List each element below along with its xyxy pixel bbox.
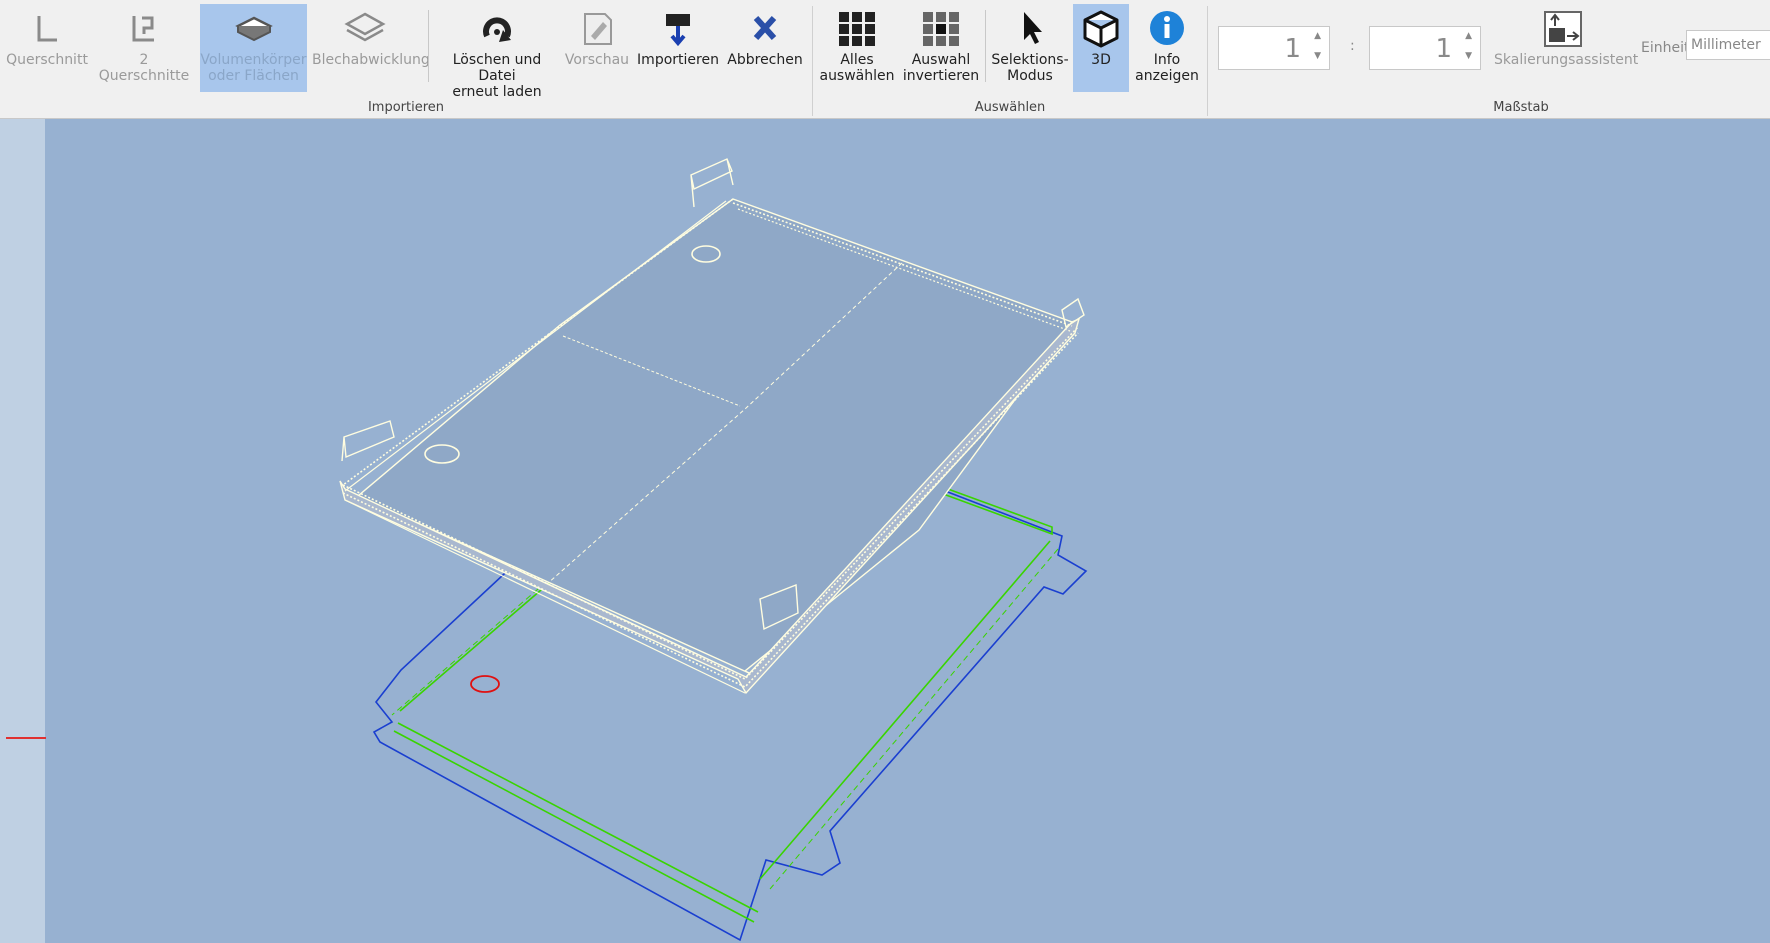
close-icon [753,15,777,41]
scale-left-value: 1 [1284,34,1301,64]
corner-flap [690,158,734,208]
two-cross-sections-icon [132,16,154,42]
cursor-icon [1024,12,1042,44]
import-group-label: Importieren [367,100,445,115]
solid-body-button[interactable]: Volumenkörper oder Flächen [200,4,307,92]
sheet-unfold-label: Blechabwicklung [312,52,430,68]
preview-icon [584,13,612,45]
folded-part [339,158,1085,695]
spin-down-icon[interactable]: ▼ [1465,51,1472,61]
3d-view-button[interactable]: 3D [1073,4,1129,92]
ribbon-toolbar: Querschnitt 2 Querschnitte Volumenkörper… [0,0,1770,119]
sheet-unfold-icon [344,12,386,42]
scale-group-label: Maßstab [1493,100,1549,115]
ruler-marker [6,737,46,739]
show-info-button[interactable]: Info anzeigen [1131,4,1203,92]
reload-icon [483,17,511,42]
preview-label: Vorschau [564,52,630,68]
scale-assistant-button[interactable]: Skalierungsassistent [1494,4,1639,92]
solid-body-label: Volumenkörper oder Flächen [200,52,307,84]
spin-up-icon[interactable]: ▲ [1314,31,1321,41]
two-cross-sections-label: 2 Querschnitte [98,52,190,84]
show-info-label: Info anzeigen [1135,52,1199,84]
corner-flap [341,420,395,462]
invert-selection-label: Auswahl invertieren [902,52,980,84]
select-separator [985,10,986,82]
info-icon [1150,11,1184,45]
bend-line [397,722,759,913]
left-ruler [0,119,46,943]
solid-body-icon [234,16,273,42]
unit-label: Einheit [1641,40,1690,56]
reload-button[interactable]: Löschen und Datei erneut laden [436,4,558,100]
import-label: Importieren [637,52,719,68]
bend-line [393,730,755,923]
import-button[interactable]: Importieren [636,4,720,92]
two-cross-sections-button[interactable]: 2 Querschnitte [96,4,192,92]
scale-right-input[interactable]: 1 ▲ ▼ [1369,26,1481,70]
preview-button[interactable]: Vorschau [562,4,632,92]
cube-icon [1083,10,1119,48]
3d-viewport[interactable] [0,119,1770,943]
select-all-icon [839,12,875,46]
spin-up-icon[interactable]: ▲ [1465,31,1472,41]
scale-assistant-label: Skalierungsassistent [1494,52,1639,68]
selection-mode-button[interactable]: Selektions- Modus [989,4,1071,92]
invert-selection-icon [923,12,959,46]
spin-down-icon[interactable]: ▼ [1314,51,1321,61]
cancel-label: Abbrechen [727,52,803,68]
selection-mode-label: Selektions- Modus [991,52,1069,84]
cross-section-icon [37,16,57,42]
scale-assistant-icon [1544,11,1582,47]
select-group-label: Auswählen [974,100,1046,115]
sheet-unfold-button[interactable]: Blechabwicklung [312,4,430,92]
cross-section-button[interactable]: Querschnitt [6,4,88,92]
cross-section-label: Querschnitt [6,52,88,68]
select-all-button[interactable]: Alles auswählen [819,4,895,92]
hole-marker [470,675,500,693]
unit-select[interactable]: Millimeter [1686,30,1770,60]
scale-left-input[interactable]: 1 ▲ ▼ [1218,26,1330,70]
invert-selection-button[interactable]: Auswahl invertieren [899,4,983,92]
import-group: Querschnitt 2 Querschnitte Volumenkörper… [0,0,812,118]
cancel-button[interactable]: Abbrechen [724,4,806,92]
reload-label: Löschen und Datei erneut laden [452,52,542,100]
corner-flap [1061,297,1085,329]
scale-right-value: 1 [1435,34,1452,64]
3d-view-label: 3D [1091,52,1111,68]
select-group: Alles auswählen Auswahl invertieren Sele… [813,0,1207,118]
model-scene [339,158,1088,942]
select-all-label: Alles auswählen [819,52,895,84]
import-separator [428,10,429,82]
scale-colon: : [1350,38,1355,54]
import-icon [666,14,690,47]
